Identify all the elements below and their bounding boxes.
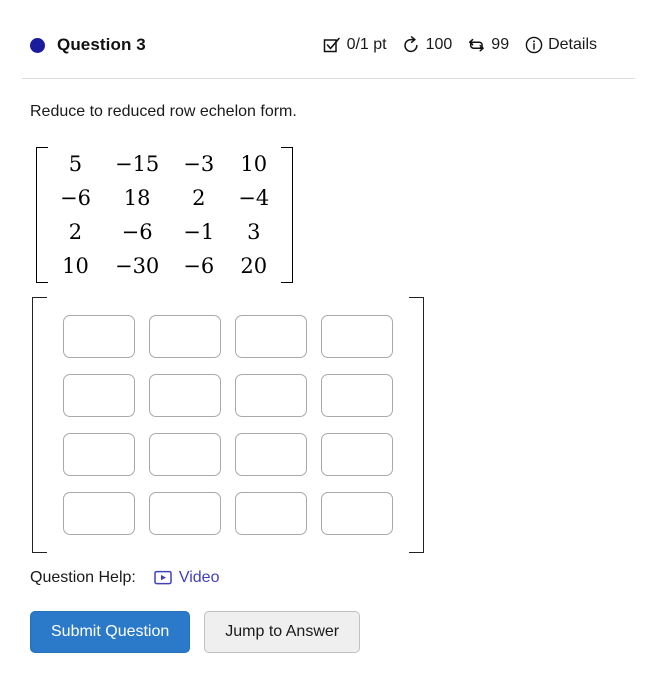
matrix-cell: 3 [247,219,261,244]
answer-cell-1-2[interactable] [235,373,307,417]
answer-cell-3-3[interactable] [321,491,393,535]
answer-cell-2-3[interactable] [321,432,393,476]
video-help-label[interactable]: Video [179,569,220,587]
question-prompt: Reduce to reduced row echelon form. [30,103,297,120]
matrix-cell: −15 [114,151,160,176]
video-play-icon[interactable] [154,570,172,585]
answer-input-grid [47,297,409,553]
matrix-row: 5 −15 −3 10 [48,147,281,181]
matrix-cell: 2 [192,185,206,210]
matrix-cell: −30 [114,253,160,278]
question-help-label: Question Help: [30,568,136,586]
video-help-link[interactable]: Video [154,569,220,587]
jump-to-answer-button[interactable]: Jump to Answer [204,610,361,653]
submit-question-button[interactable]: Submit Question [30,610,191,653]
matrix-cell: 18 [123,185,151,210]
matrix-cell: 5 [68,151,83,176]
answer-cell-1-3[interactable] [321,373,393,417]
answer-cell-3-0[interactable] [63,491,135,535]
matrix-cell: −1 [183,219,215,244]
undo-arrow-icon [402,36,421,55]
matrix-row: 2 −6 −1 3 [48,215,281,249]
answer-matrix [0,283,657,553]
answer-cell-2-2[interactable] [235,432,307,476]
action-buttons: Submit Question Jump to Answer [0,587,657,653]
answer-cell-2-0[interactable] [63,432,135,476]
matrix-cell: 2 [68,219,83,244]
matrix-table: 5 −15 −3 10 −6 18 2 −4 2 −6 −1 3 10 −30 … [48,147,281,283]
matrix-cell: 20 [240,253,268,278]
answer-cell-2-1[interactable] [149,432,221,476]
matrix-cell: −3 [183,151,215,176]
score-value: 0/1 pt [346,36,387,53]
attempts-group: 100 [402,36,453,55]
question-meta: 0/1 pt 100 99 Details [323,36,633,55]
answer-right-bracket [409,296,424,553]
given-matrix: 5 −15 −3 10 −6 18 2 −4 2 −6 −1 3 10 −30 … [0,123,657,283]
matrix-cell: 10 [240,151,268,176]
matrix-right-bracket [281,146,294,283]
answer-cell-3-1[interactable] [149,491,221,535]
matrix-cell: −6 [60,185,91,210]
answer-cell-1-1[interactable] [149,373,221,417]
info-circle-icon[interactable] [524,36,543,55]
attempts-value: 100 [425,36,453,53]
answer-cell-0-1[interactable] [149,314,221,358]
answer-cell-3-2[interactable] [235,491,307,535]
matrix-cell: 10 [62,253,89,278]
score-group: 0/1 pt [323,36,387,55]
answer-left-bracket [32,296,47,553]
matrix-cell: −6 [183,253,215,278]
matrix-row: −6 18 2 −4 [48,181,281,215]
matrix-cell: −4 [238,185,270,210]
question-help: Question Help: Video [0,553,657,587]
retries-value: 99 [491,36,510,53]
matrix-left-bracket [36,146,48,283]
swap-arrows-icon [467,36,486,55]
question-status-dot [30,37,45,53]
answer-cell-0-2[interactable] [235,314,307,358]
answer-cell-0-3[interactable] [321,314,393,358]
matrix-row: 10 −30 −6 20 [48,249,281,283]
checkbox-checked-icon [323,36,342,55]
page-title: Question 3 [57,35,146,54]
matrix-cell: −6 [121,219,153,244]
question-header: Question 3 0/1 pt 100 99 Details [0,0,657,62]
retries-group: 99 [467,36,509,55]
details-group[interactable]: Details [524,36,597,55]
details-label[interactable]: Details [548,37,597,53]
answer-cell-1-0[interactable] [63,373,135,417]
answer-cell-0-0[interactable] [63,314,135,358]
